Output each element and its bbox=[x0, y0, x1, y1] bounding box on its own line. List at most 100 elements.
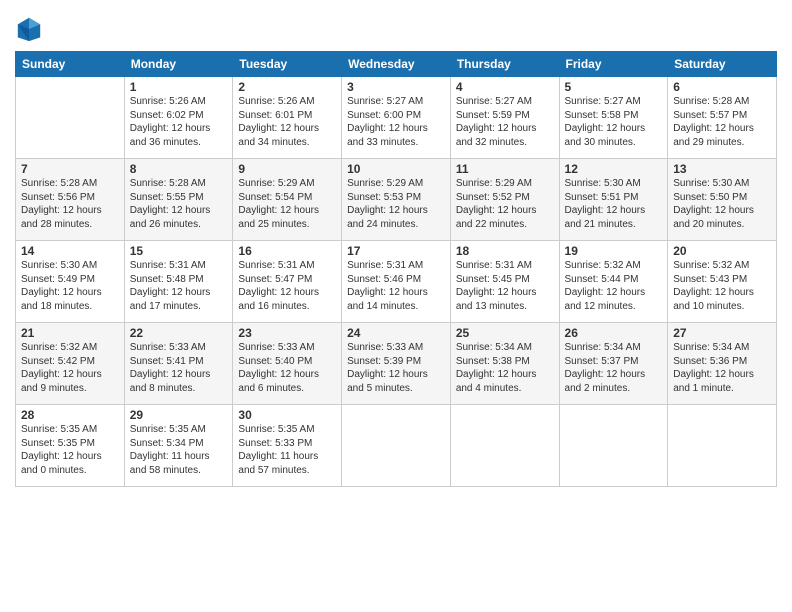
calendar-cell: 10Sunrise: 5:29 AM Sunset: 5:53 PM Dayli… bbox=[342, 159, 451, 241]
day-number: 9 bbox=[238, 162, 336, 176]
calendar-week-row: 28Sunrise: 5:35 AM Sunset: 5:35 PM Dayli… bbox=[16, 405, 777, 487]
header bbox=[15, 10, 777, 43]
calendar-cell bbox=[668, 405, 777, 487]
calendar-week-row: 1Sunrise: 5:26 AM Sunset: 6:02 PM Daylig… bbox=[16, 77, 777, 159]
day-number: 24 bbox=[347, 326, 445, 340]
calendar-cell: 25Sunrise: 5:34 AM Sunset: 5:38 PM Dayli… bbox=[450, 323, 559, 405]
calendar-cell: 26Sunrise: 5:34 AM Sunset: 5:37 PM Dayli… bbox=[559, 323, 668, 405]
day-number: 21 bbox=[21, 326, 119, 340]
calendar-header-row: SundayMondayTuesdayWednesdayThursdayFrid… bbox=[16, 52, 777, 77]
calendar-cell: 7Sunrise: 5:28 AM Sunset: 5:56 PM Daylig… bbox=[16, 159, 125, 241]
calendar-cell: 18Sunrise: 5:31 AM Sunset: 5:45 PM Dayli… bbox=[450, 241, 559, 323]
day-number: 14 bbox=[21, 244, 119, 258]
day-info: Sunrise: 5:26 AM Sunset: 6:01 PM Dayligh… bbox=[238, 95, 336, 149]
day-number: 22 bbox=[130, 326, 228, 340]
calendar-cell: 14Sunrise: 5:30 AM Sunset: 5:49 PM Dayli… bbox=[16, 241, 125, 323]
calendar-cell: 17Sunrise: 5:31 AM Sunset: 5:46 PM Dayli… bbox=[342, 241, 451, 323]
calendar-cell: 15Sunrise: 5:31 AM Sunset: 5:48 PM Dayli… bbox=[124, 241, 233, 323]
logo bbox=[15, 15, 45, 43]
day-number: 18 bbox=[456, 244, 554, 258]
calendar-cell: 27Sunrise: 5:34 AM Sunset: 5:36 PM Dayli… bbox=[668, 323, 777, 405]
calendar-cell bbox=[342, 405, 451, 487]
day-info: Sunrise: 5:35 AM Sunset: 5:34 PM Dayligh… bbox=[130, 423, 228, 477]
day-info: Sunrise: 5:35 AM Sunset: 5:35 PM Dayligh… bbox=[21, 423, 119, 477]
calendar-cell: 23Sunrise: 5:33 AM Sunset: 5:40 PM Dayli… bbox=[233, 323, 342, 405]
day-info: Sunrise: 5:30 AM Sunset: 5:51 PM Dayligh… bbox=[565, 177, 663, 231]
calendar-cell: 11Sunrise: 5:29 AM Sunset: 5:52 PM Dayli… bbox=[450, 159, 559, 241]
calendar-cell: 20Sunrise: 5:32 AM Sunset: 5:43 PM Dayli… bbox=[668, 241, 777, 323]
weekday-header: Monday bbox=[124, 52, 233, 77]
day-info: Sunrise: 5:28 AM Sunset: 5:55 PM Dayligh… bbox=[130, 177, 228, 231]
calendar-cell: 8Sunrise: 5:28 AM Sunset: 5:55 PM Daylig… bbox=[124, 159, 233, 241]
day-info: Sunrise: 5:34 AM Sunset: 5:37 PM Dayligh… bbox=[565, 341, 663, 395]
day-number: 3 bbox=[347, 80, 445, 94]
day-number: 12 bbox=[565, 162, 663, 176]
page-container: SundayMondayTuesdayWednesdayThursdayFrid… bbox=[0, 0, 792, 612]
day-number: 19 bbox=[565, 244, 663, 258]
day-info: Sunrise: 5:34 AM Sunset: 5:38 PM Dayligh… bbox=[456, 341, 554, 395]
calendar-cell: 2Sunrise: 5:26 AM Sunset: 6:01 PM Daylig… bbox=[233, 77, 342, 159]
day-info: Sunrise: 5:32 AM Sunset: 5:43 PM Dayligh… bbox=[673, 259, 771, 313]
day-number: 4 bbox=[456, 80, 554, 94]
day-info: Sunrise: 5:30 AM Sunset: 5:50 PM Dayligh… bbox=[673, 177, 771, 231]
calendar-cell bbox=[450, 405, 559, 487]
weekday-header: Friday bbox=[559, 52, 668, 77]
day-info: Sunrise: 5:35 AM Sunset: 5:33 PM Dayligh… bbox=[238, 423, 336, 477]
day-info: Sunrise: 5:34 AM Sunset: 5:36 PM Dayligh… bbox=[673, 341, 771, 395]
day-info: Sunrise: 5:28 AM Sunset: 5:57 PM Dayligh… bbox=[673, 95, 771, 149]
calendar-week-row: 14Sunrise: 5:30 AM Sunset: 5:49 PM Dayli… bbox=[16, 241, 777, 323]
calendar-cell: 3Sunrise: 5:27 AM Sunset: 6:00 PM Daylig… bbox=[342, 77, 451, 159]
day-number: 1 bbox=[130, 80, 228, 94]
calendar-cell: 1Sunrise: 5:26 AM Sunset: 6:02 PM Daylig… bbox=[124, 77, 233, 159]
calendar-cell bbox=[16, 77, 125, 159]
calendar-table: SundayMondayTuesdayWednesdayThursdayFrid… bbox=[15, 51, 777, 487]
calendar-cell: 28Sunrise: 5:35 AM Sunset: 5:35 PM Dayli… bbox=[16, 405, 125, 487]
day-info: Sunrise: 5:33 AM Sunset: 5:40 PM Dayligh… bbox=[238, 341, 336, 395]
calendar-week-row: 7Sunrise: 5:28 AM Sunset: 5:56 PM Daylig… bbox=[16, 159, 777, 241]
calendar-cell: 21Sunrise: 5:32 AM Sunset: 5:42 PM Dayli… bbox=[16, 323, 125, 405]
day-info: Sunrise: 5:30 AM Sunset: 5:49 PM Dayligh… bbox=[21, 259, 119, 313]
day-number: 13 bbox=[673, 162, 771, 176]
day-number: 16 bbox=[238, 244, 336, 258]
weekday-header: Saturday bbox=[668, 52, 777, 77]
day-number: 8 bbox=[130, 162, 228, 176]
day-info: Sunrise: 5:29 AM Sunset: 5:53 PM Dayligh… bbox=[347, 177, 445, 231]
day-info: Sunrise: 5:32 AM Sunset: 5:42 PM Dayligh… bbox=[21, 341, 119, 395]
day-number: 7 bbox=[21, 162, 119, 176]
day-info: Sunrise: 5:31 AM Sunset: 5:47 PM Dayligh… bbox=[238, 259, 336, 313]
calendar-cell: 22Sunrise: 5:33 AM Sunset: 5:41 PM Dayli… bbox=[124, 323, 233, 405]
day-number: 2 bbox=[238, 80, 336, 94]
day-info: Sunrise: 5:32 AM Sunset: 5:44 PM Dayligh… bbox=[565, 259, 663, 313]
day-number: 30 bbox=[238, 408, 336, 422]
day-number: 15 bbox=[130, 244, 228, 258]
calendar-cell: 30Sunrise: 5:35 AM Sunset: 5:33 PM Dayli… bbox=[233, 405, 342, 487]
day-number: 17 bbox=[347, 244, 445, 258]
day-number: 27 bbox=[673, 326, 771, 340]
calendar-cell: 13Sunrise: 5:30 AM Sunset: 5:50 PM Dayli… bbox=[668, 159, 777, 241]
day-number: 20 bbox=[673, 244, 771, 258]
calendar-cell: 19Sunrise: 5:32 AM Sunset: 5:44 PM Dayli… bbox=[559, 241, 668, 323]
calendar-cell bbox=[559, 405, 668, 487]
day-number: 10 bbox=[347, 162, 445, 176]
day-info: Sunrise: 5:28 AM Sunset: 5:56 PM Dayligh… bbox=[21, 177, 119, 231]
weekday-header: Thursday bbox=[450, 52, 559, 77]
day-info: Sunrise: 5:29 AM Sunset: 5:54 PM Dayligh… bbox=[238, 177, 336, 231]
day-number: 29 bbox=[130, 408, 228, 422]
calendar-cell: 4Sunrise: 5:27 AM Sunset: 5:59 PM Daylig… bbox=[450, 77, 559, 159]
calendar-cell: 5Sunrise: 5:27 AM Sunset: 5:58 PM Daylig… bbox=[559, 77, 668, 159]
calendar-cell: 9Sunrise: 5:29 AM Sunset: 5:54 PM Daylig… bbox=[233, 159, 342, 241]
day-info: Sunrise: 5:31 AM Sunset: 5:45 PM Dayligh… bbox=[456, 259, 554, 313]
weekday-header: Sunday bbox=[16, 52, 125, 77]
calendar-cell: 12Sunrise: 5:30 AM Sunset: 5:51 PM Dayli… bbox=[559, 159, 668, 241]
day-number: 28 bbox=[21, 408, 119, 422]
day-info: Sunrise: 5:26 AM Sunset: 6:02 PM Dayligh… bbox=[130, 95, 228, 149]
weekday-header: Wednesday bbox=[342, 52, 451, 77]
day-number: 6 bbox=[673, 80, 771, 94]
calendar-cell: 6Sunrise: 5:28 AM Sunset: 5:57 PM Daylig… bbox=[668, 77, 777, 159]
day-info: Sunrise: 5:27 AM Sunset: 6:00 PM Dayligh… bbox=[347, 95, 445, 149]
day-number: 25 bbox=[456, 326, 554, 340]
day-info: Sunrise: 5:31 AM Sunset: 5:46 PM Dayligh… bbox=[347, 259, 445, 313]
weekday-header: Tuesday bbox=[233, 52, 342, 77]
calendar-cell: 16Sunrise: 5:31 AM Sunset: 5:47 PM Dayli… bbox=[233, 241, 342, 323]
calendar-cell: 29Sunrise: 5:35 AM Sunset: 5:34 PM Dayli… bbox=[124, 405, 233, 487]
